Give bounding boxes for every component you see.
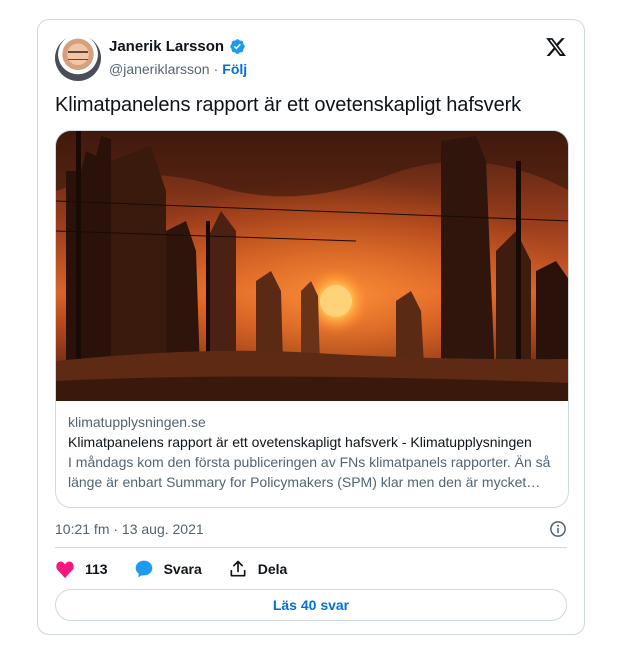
heart-icon bbox=[56, 561, 74, 579]
link-description-line-1: I måndags kom den första publiceringen a… bbox=[68, 452, 556, 492]
author-avatar[interactable] bbox=[55, 35, 101, 81]
tweet-actions: 113 Svara Dela bbox=[55, 558, 287, 580]
follow-link[interactable]: Följ bbox=[222, 61, 247, 77]
verified-badge-icon bbox=[230, 39, 245, 54]
share-label: Dela bbox=[257, 561, 288, 577]
link-domain: klimatupplysningen.se bbox=[68, 414, 206, 430]
link-title: Klimatpanelens rapport är ett ovetenskap… bbox=[68, 434, 532, 450]
like-count: 113 bbox=[85, 561, 108, 577]
tweet-timestamp[interactable]: 10:21 fm · 13 aug. 2021 bbox=[55, 521, 204, 537]
author-handle-row: @janeriklarsson · Följ bbox=[109, 61, 247, 77]
x-logo-icon[interactable] bbox=[545, 36, 567, 58]
like-button[interactable]: 113 bbox=[55, 559, 108, 579]
tweet-embed-card: Janerik Larsson @janeriklarsson · Följ K… bbox=[37, 19, 585, 635]
speech-bubble-icon bbox=[135, 560, 152, 578]
handle-separator: · bbox=[213, 61, 219, 77]
reply-button[interactable]: Svara bbox=[134, 559, 202, 579]
link-preview-image bbox=[56, 131, 568, 401]
share-button[interactable]: Dela bbox=[228, 559, 288, 579]
reply-label: Svara bbox=[163, 561, 202, 577]
author-name[interactable]: Janerik Larsson bbox=[109, 38, 224, 55]
link-preview-card[interactable]: klimatupplysningen.se Klimatpanelens rap… bbox=[55, 130, 569, 508]
link-description: I måndags kom den första publiceringen a… bbox=[68, 454, 551, 490]
read-replies-button[interactable]: Läs 40 svar bbox=[55, 589, 567, 621]
info-icon[interactable] bbox=[549, 520, 567, 538]
tweet-text: Klimatpanelens rapport är ett ovetenskap… bbox=[55, 94, 522, 116]
share-upload-icon bbox=[230, 560, 246, 577]
timestamp-row: 10:21 fm · 13 aug. 2021 bbox=[55, 519, 567, 539]
author-handle[interactable]: @janeriklarsson bbox=[109, 61, 210, 77]
author-name-row: Janerik Larsson bbox=[109, 38, 246, 55]
divider bbox=[55, 547, 567, 548]
avatar-glasses bbox=[68, 51, 88, 60]
link-preview-meta: klimatupplysningen.se Klimatpanelens rap… bbox=[68, 412, 556, 492]
